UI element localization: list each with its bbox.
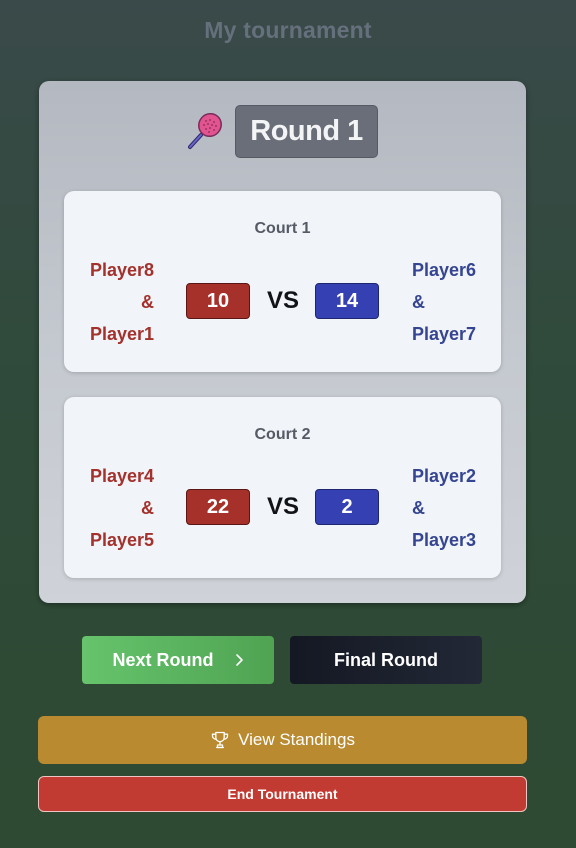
team-right: Player2 & Player3 — [412, 460, 522, 556]
player-name: Player1 — [89, 324, 154, 344]
team-ampersand: & — [412, 292, 425, 312]
view-standings-button[interactable]: View Standings — [38, 716, 527, 764]
court-name: Court 2 — [254, 426, 311, 443]
team-ampersand: & — [141, 292, 154, 312]
vs-label: VS — [266, 493, 299, 520]
end-tournament-label: End Tournament — [227, 786, 338, 802]
player-name: Player4 — [89, 466, 154, 486]
team-ampersand: & — [412, 498, 425, 518]
chevron-right-icon — [235, 654, 243, 666]
player-name: Player5 — [89, 530, 154, 550]
final-round-button[interactable]: Final Round — [290, 636, 482, 684]
trophy-icon — [211, 731, 229, 749]
court-card-2: Court 2 Player4 & Player5 22 VS 2 Player… — [64, 397, 501, 578]
player-name: Player3 — [412, 530, 477, 550]
end-tournament-button[interactable]: End Tournament — [38, 776, 527, 812]
padel-racket-icon — [188, 112, 222, 149]
team-right: Player6 & Player7 — [412, 254, 522, 350]
view-standings-label: View Standings — [238, 730, 355, 749]
vs-label: VS — [266, 287, 299, 314]
player-name: Player7 — [412, 324, 477, 344]
court-name: Court 1 — [254, 220, 311, 237]
court-card-1: Court 1 Player8 & Player1 10 VS 14 Playe… — [64, 191, 501, 372]
page-title: My tournament — [204, 17, 372, 43]
score-right-input[interactable]: 14 — [315, 283, 379, 319]
round-label: Round 1 — [235, 105, 378, 158]
score-left-input[interactable]: 10 — [186, 283, 250, 319]
next-round-button[interactable]: Next Round — [82, 636, 274, 684]
player-name: Player2 — [412, 466, 477, 486]
player-name: Player8 — [89, 260, 154, 280]
team-left: Player4 & Player5 — [44, 460, 154, 556]
score-left-input[interactable]: 22 — [186, 489, 250, 525]
team-ampersand: & — [141, 498, 154, 518]
player-name: Player6 — [412, 260, 477, 280]
round-card: Round 1 Court 1 Player8 & Player1 10 VS … — [39, 81, 526, 603]
team-left: Player8 & Player1 — [44, 254, 154, 350]
next-round-label: Next Round — [112, 649, 214, 670]
final-round-label: Final Round — [334, 649, 438, 670]
score-right-input[interactable]: 2 — [315, 489, 379, 525]
